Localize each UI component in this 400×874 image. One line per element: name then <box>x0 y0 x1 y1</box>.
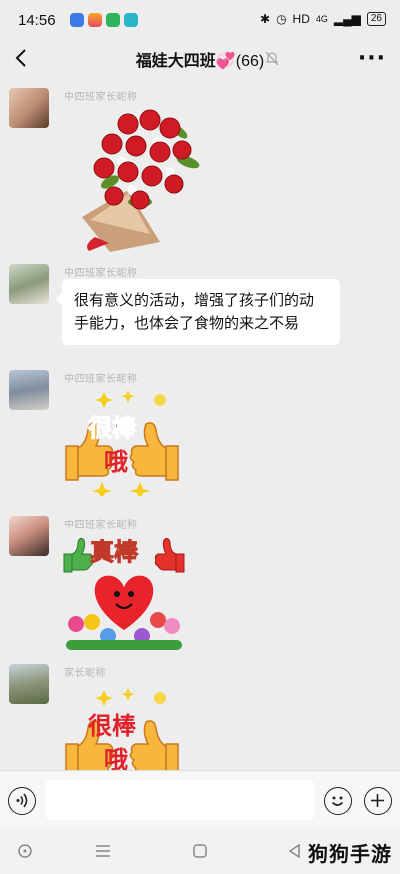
app-notification-icon <box>106 13 120 27</box>
status-indicators: ✱ ◷ HD 4G ▂▄▆ 26 <box>260 12 386 26</box>
mute-bell-icon <box>265 51 279 66</box>
member-count: (66) <box>235 53 265 70</box>
app-notification-icon <box>70 13 84 27</box>
avatar[interactable] <box>9 264 49 304</box>
thumbs-up-sticker[interactable]: 很棒 哦 <box>62 684 182 770</box>
avatar[interactable] <box>9 370 49 410</box>
chat-title: 福娃大四班💞(66) <box>0 47 400 71</box>
rose-bouquet-sticker[interactable] <box>70 102 210 252</box>
sticker-text: 很棒 <box>88 413 137 443</box>
sender-name: 中四班家长昵称 <box>64 268 138 279</box>
group-name: 福娃大四班 <box>135 51 216 70</box>
heart-thumbs-sticker[interactable]: 真棒 <box>62 532 186 654</box>
plus-icon <box>371 794 384 807</box>
app-notification-icon <box>124 13 138 27</box>
bluetooth-icon: ✱ <box>260 12 271 26</box>
message-bubble[interactable]: 很有意义的活动，增强了孩子们的动手能力，也体会了食物的来之不易 <box>56 279 340 345</box>
alarm-icon: ◷ <box>276 12 287 26</box>
status-time: 14:56 <box>18 12 56 29</box>
sender-name: 中四班家长昵称 <box>64 374 138 385</box>
system-nav-bar: 狗狗手游 <box>0 828 400 874</box>
voice-input-button[interactable] <box>8 787 36 815</box>
sticker-text: 哦 <box>104 447 128 476</box>
sender-name: 中四班家长昵称 <box>64 520 138 531</box>
chat-message: 中四班家长昵称 很棒 哦 <box>0 370 400 500</box>
assistant-icon[interactable] <box>16 842 34 860</box>
sender-name: 中四班家长昵称 <box>64 92 138 103</box>
chat-header: 福娃大四班💞(66) ··· <box>0 42 400 74</box>
avatar[interactable] <box>9 664 49 704</box>
status-bar: 14:56 ✱ ◷ HD 4G ▂▄▆ 26 <box>0 0 400 42</box>
sticker-text: 真棒 <box>90 537 139 567</box>
chat-message: 中四班家长昵称 <box>0 88 400 258</box>
more-functions-button[interactable] <box>364 787 392 815</box>
menu-icon[interactable] <box>94 842 112 860</box>
message-text-input[interactable] <box>46 780 314 820</box>
home-icon[interactable] <box>191 842 209 860</box>
notification-icons <box>70 13 138 27</box>
sticker-text: 很棒 <box>88 711 136 740</box>
battery-level: 26 <box>366 12 386 26</box>
heart-emoji-icon: 💞 <box>215 51 236 70</box>
chat-message: 家长昵称 很棒 哦 <box>0 664 400 770</box>
app-notification-icon <box>88 13 102 27</box>
avatar[interactable] <box>9 516 49 556</box>
back-nav-icon[interactable] <box>286 842 304 860</box>
chat-message: 中四班家长昵称 真棒 <box>0 516 400 656</box>
sticker-text: 哦 <box>104 745 128 770</box>
avatar[interactable] <box>9 88 49 128</box>
voice-icon <box>16 793 28 808</box>
more-options-icon[interactable]: ··· <box>358 46 386 71</box>
message-input-bar <box>0 770 400 828</box>
emoji-icon <box>331 796 344 806</box>
network-type: HD <box>292 12 310 26</box>
chat-message: 中四班家长昵称 很有意义的活动，增强了孩子们的动手能力，也体会了食物的来之不易 <box>0 264 400 364</box>
thumbs-up-sticker[interactable]: 很棒 哦 <box>62 386 182 496</box>
emoji-button[interactable] <box>324 787 352 815</box>
signal-icon: ▂▄▆ <box>333 12 361 26</box>
watermark: 狗狗手游 <box>308 842 392 866</box>
signal-label: 4G <box>315 14 328 24</box>
sender-name: 家长昵称 <box>64 668 106 679</box>
